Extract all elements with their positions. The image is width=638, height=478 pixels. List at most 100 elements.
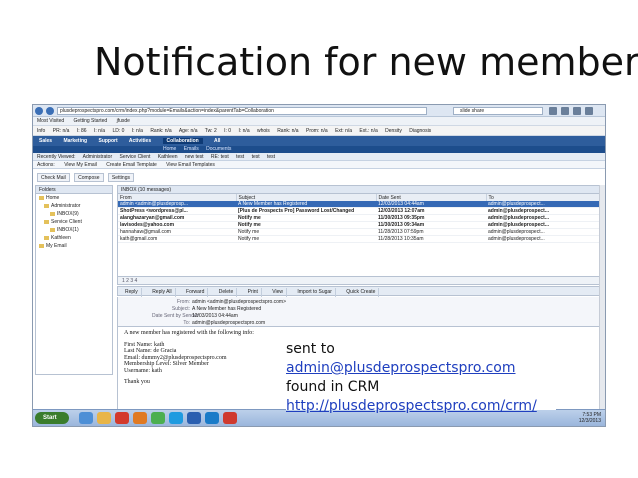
table-row[interactable]: lavisodes@yahoo.com Notify me 11/30/2013 0… (118, 221, 602, 230)
explorer-icon[interactable] (79, 412, 93, 424)
folder-icon[interactable] (97, 412, 111, 424)
recent-item[interactable]: Kathleen (158, 154, 178, 160)
cell: alanghazaryan@gmail.com (118, 214, 236, 223)
folder-item[interactable]: Service Client (36, 218, 112, 226)
column-date-sent[interactable]: Date Sent (376, 194, 487, 201)
view-button[interactable]: View (269, 288, 288, 297)
admin-email-link[interactable]: admin@plusdeprospectspro.com (286, 360, 516, 376)
seo-item[interactable]: Ext: n/a (335, 128, 352, 134)
reply-button[interactable]: Reply (122, 288, 142, 297)
column-to[interactable]: To (486, 194, 602, 201)
action-create-email-template[interactable]: Create Email Template (106, 162, 157, 168)
tab-support[interactable]: Support (98, 138, 117, 144)
cell: Notify me (236, 221, 376, 230)
folder-item[interactable]: My Email (36, 242, 112, 250)
header-value: A New Member has Registered (192, 306, 262, 312)
seo-item[interactable]: Density (385, 128, 402, 134)
table-row[interactable]: hannahaw@gmail.com Notify me 11/28/2013 07… (118, 228, 602, 237)
table-row[interactable]: ShotPress <wordpress@pl... [Plus de Prosp… (118, 207, 602, 216)
action-view-email-templates[interactable]: View Email Templates (166, 162, 215, 168)
seo-item[interactable]: Rank: n/a (150, 128, 171, 134)
print-button[interactable]: Print (245, 288, 262, 297)
opera-icon[interactable] (115, 412, 129, 424)
recent-item[interactable]: RE: test (211, 154, 229, 160)
forward-button[interactable]: Forward (183, 288, 209, 297)
folder-item[interactable]: Kathleen (36, 234, 112, 242)
seo-item[interactable]: I: n/a (94, 128, 105, 134)
url-field[interactable]: plusdeprospectspro.com/crm/index.php?mod… (57, 107, 427, 115)
powerpoint-icon[interactable] (223, 412, 237, 424)
tab-marketing[interactable]: Marketing (63, 138, 87, 144)
subtab-emails[interactable]: Emails (184, 146, 199, 152)
firefox-icon[interactable] (133, 412, 147, 424)
header-value: admin@plusdeprospectspro.com (192, 320, 266, 326)
browser-search-field[interactable]: slide share (453, 107, 543, 115)
word-icon[interactable] (187, 412, 201, 424)
crm-url-link[interactable]: http://plusdeprospectspro.com/crm/ (286, 397, 556, 416)
tab-collaboration[interactable]: Collaboration (162, 138, 203, 144)
recent-item[interactable]: test (267, 154, 275, 160)
folder-item[interactable]: INBOX(1) (36, 226, 112, 234)
subtab-home[interactable]: Home (163, 146, 176, 152)
table-row[interactable]: alanghazaryan@gmail.com Notify me 11/30/20… (118, 214, 602, 223)
seo-item[interactable]: whois (257, 128, 270, 134)
back-icon[interactable] (35, 107, 43, 115)
folder-item[interactable]: INBOX(9) (36, 210, 112, 218)
header-to: To: admin@plusdeprospectspro.com (152, 320, 452, 326)
outlook-icon[interactable] (205, 412, 219, 424)
recent-item[interactable]: Service Client (120, 154, 151, 160)
tab-activities[interactable]: Activities (129, 138, 151, 144)
tab-sales[interactable]: Sales (39, 138, 52, 144)
seo-item[interactable]: Tw: 2 (205, 128, 217, 134)
cell: admin@plusdeprospect... (486, 201, 602, 209)
action-view-my-email[interactable]: View My Email (64, 162, 97, 168)
pagination[interactable]: 1 2 3 4 (117, 277, 603, 285)
settings-button[interactable]: Settings (107, 173, 134, 182)
bookmark-item[interactable]: jfusde (117, 118, 130, 124)
recent-item[interactable]: test (252, 154, 260, 160)
quick-create-button[interactable]: Quick Create (343, 288, 380, 297)
seo-item[interactable]: Age: n/a (179, 128, 198, 134)
column-from[interactable]: From (118, 194, 237, 201)
seo-item[interactable]: PR: n/a (53, 128, 70, 134)
seo-item[interactable]: Diagnosis (409, 128, 431, 134)
vertical-scrollbar[interactable] (599, 185, 605, 413)
recent-item[interactable]: new test (185, 154, 204, 160)
seo-item[interactable]: I: n/a (238, 128, 249, 134)
folder-item[interactable]: Administrator (36, 202, 112, 210)
seo-item[interactable]: I: n/a (132, 128, 143, 134)
forward-icon[interactable] (46, 107, 54, 115)
reply-all-button[interactable]: Reply All (149, 288, 176, 297)
seo-item[interactable]: LD: 0 (112, 128, 124, 134)
column-subject[interactable]: Subject (236, 194, 377, 201)
recent-item[interactable]: test (236, 154, 244, 160)
check-mail-button[interactable]: Check Mail (37, 173, 70, 182)
seo-item[interactable]: Ext.: n/a (359, 128, 377, 134)
compose-button[interactable]: Compose (74, 173, 104, 182)
table-row[interactable]: kath@gmail.com Notify me 11/28/2013 10:35a… (118, 235, 602, 244)
tab-all[interactable]: All (214, 138, 220, 144)
annotation-line-2: found in CRM (286, 379, 380, 395)
bookmark-item[interactable]: Most Visited (37, 118, 64, 124)
seo-item[interactable]: I: 0 (224, 128, 231, 134)
chrome-icon[interactable] (151, 412, 165, 424)
seo-item[interactable]: Rank: n/a (277, 128, 298, 134)
folder-item[interactable]: Home (36, 194, 112, 202)
seo-item[interactable]: I: 86 (77, 128, 87, 134)
delete-button[interactable]: Delete (216, 288, 238, 297)
seo-item[interactable]: Prom: n/a (306, 128, 328, 134)
download-icon[interactable] (573, 107, 581, 115)
bookmark-icon[interactable] (561, 107, 569, 115)
subtab-documents[interactable]: Documents (206, 146, 231, 152)
folders-header: Folders (36, 186, 112, 194)
bookmark-item[interactable]: Getting Started (74, 118, 108, 124)
menu-icon[interactable] (585, 107, 593, 115)
home-icon[interactable] (549, 107, 557, 115)
recent-item[interactable]: Administrator (83, 154, 112, 160)
header-date: Date Sent by Sender:12/03/2013 04:44am (152, 313, 452, 319)
table-row[interactable]: admin <admin@plusdeprosp... A New Member … (118, 201, 602, 209)
import-to-sugar-button[interactable]: Import to Sugar (294, 288, 336, 297)
seo-item[interactable]: Info (37, 128, 45, 134)
skype-icon[interactable] (169, 412, 183, 424)
start-button[interactable]: Start (35, 412, 69, 424)
